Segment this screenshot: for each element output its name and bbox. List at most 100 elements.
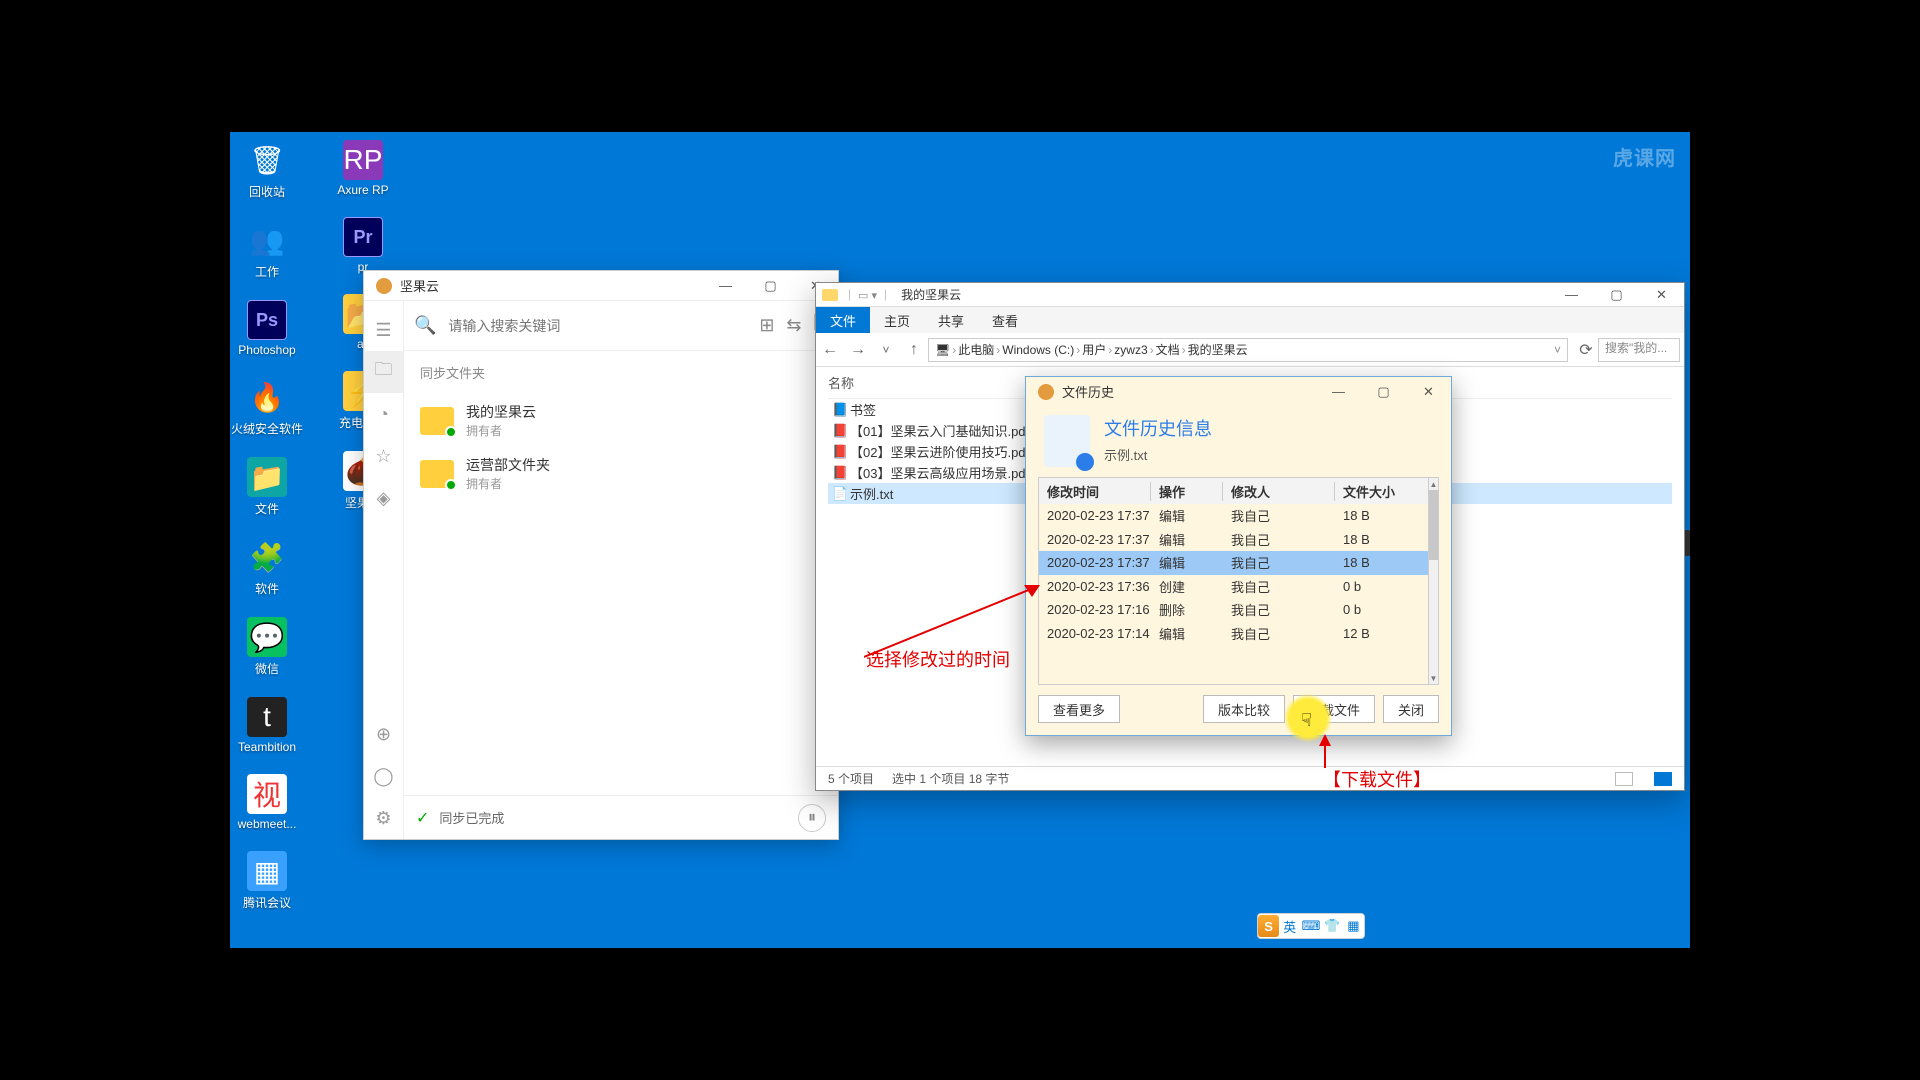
cell-user: 我自己 (1223, 553, 1335, 572)
crumb-dropdown-icon[interactable]: ˅ (1554, 343, 1561, 357)
desktop-icon[interactable]: 💬微信 (230, 617, 304, 677)
history-row[interactable]: 2020-02-23 17:16删除我自己0 b (1039, 598, 1428, 622)
minimize-button[interactable]: — (1549, 280, 1594, 310)
breadcrumb[interactable]: 🖥 ›此电脑›Windows (C:)›用户›zywz3›文档›我的坚果云˅ (928, 338, 1568, 362)
file-name: 【03】坚果云高级应用场景.pdf (850, 463, 1029, 482)
history-row[interactable]: 2020-02-23 17:37编辑我自己18 B (1039, 504, 1428, 528)
app-icon: 🔥 (247, 377, 287, 417)
desktop-icon[interactable]: 👥工作 (230, 220, 304, 280)
maximize-button[interactable]: ▢ (748, 271, 793, 301)
nutstore-window: 坚果云 — ▢ ✕ ☰ 🗀 ◔ ☆ ◈ ⊕ ◯ ⚙ 🔍 (363, 270, 839, 840)
desktop-icon[interactable]: 🧩软件 (230, 537, 304, 597)
new-folder-icon[interactable]: ⊞ (759, 315, 774, 336)
folder-icon[interactable]: 🗀 (364, 351, 404, 393)
cell-user: 我自己 (1223, 506, 1335, 525)
crumb-item[interactable]: 文档 (1156, 341, 1180, 358)
folder-name: 运营部文件夹 (466, 455, 550, 475)
minimize-button[interactable]: — (703, 271, 748, 301)
cell-user: 我自己 (1223, 530, 1335, 549)
cell-user: 我自己 (1223, 600, 1335, 619)
nutstore-folder-item[interactable]: 运营部文件夹拥有者 (404, 447, 838, 500)
desktop-icon[interactable]: RPAxure RP (326, 140, 400, 197)
desktop-icon[interactable]: tTeambition (230, 697, 304, 754)
maximize-button[interactable]: ▢ (1361, 377, 1406, 407)
back-button[interactable]: ← (816, 341, 844, 359)
ime-lang[interactable]: 英 (1279, 915, 1300, 937)
search-input[interactable] (448, 318, 747, 334)
explorer-search[interactable]: 搜索"我的... (1598, 338, 1680, 362)
desktop-icon[interactable]: 🔥火绒安全软件 (230, 377, 304, 437)
tag-icon[interactable]: ◈ (364, 477, 404, 519)
nutstore-folder-item[interactable]: 我的坚果云拥有者 (404, 394, 838, 447)
explorer-status-bar: 5 个项目 选中 1 个项目 18 字节 (816, 766, 1684, 790)
tab-home[interactable]: 主页 (870, 307, 924, 333)
crumb-item[interactable]: Windows (C:) (1002, 343, 1074, 357)
ime-keyboard-icon[interactable]: ⌨ (1300, 915, 1321, 937)
desktop-icon[interactable]: Prpr (326, 217, 400, 274)
file-icon: 📘 (832, 402, 850, 418)
tab-view[interactable]: 查看 (978, 307, 1032, 333)
globe-icon[interactable]: ⊕ (364, 713, 404, 755)
ime-s-icon[interactable]: S (1258, 915, 1279, 937)
crumb-item[interactable]: zywz3 (1114, 343, 1147, 357)
maximize-button[interactable]: ▢ (1594, 280, 1639, 310)
cell-time: 2020-02-23 17:37 (1039, 555, 1151, 570)
clock-icon[interactable]: ◔ (364, 393, 404, 435)
cell-op: 编辑 (1151, 553, 1223, 572)
explorer-title: 我的坚果云 (901, 286, 1549, 303)
user-icon[interactable]: ◯ (364, 755, 404, 797)
scroll-down-icon[interactable]: ▼ (1429, 672, 1438, 684)
pause-button[interactable]: ⏸ (798, 804, 826, 832)
history-dropdown[interactable]: ˅ (872, 343, 900, 357)
up-button[interactable]: ↑ (900, 341, 928, 359)
crumb-item[interactable]: 用户 (1082, 341, 1106, 358)
history-row[interactable]: 2020-02-23 17:36创建我自己0 b (1039, 575, 1428, 599)
history-row[interactable]: 2020-02-23 17:37编辑我自己18 B (1039, 551, 1428, 575)
app-icon: 💬 (247, 617, 287, 657)
refresh-button[interactable]: ⟳ (1574, 340, 1598, 360)
ime-skin-icon[interactable]: 👕 (1322, 915, 1343, 937)
settings-icon[interactable]: ⚙ (364, 797, 404, 839)
crumb-item[interactable]: 我的坚果云 (1188, 341, 1248, 358)
menu-icon[interactable]: ☰ (364, 309, 404, 351)
column-name[interactable]: 名称 (828, 373, 1058, 392)
crumb-item[interactable]: 此电脑 (958, 341, 994, 358)
history-row[interactable]: 2020-02-23 17:37编辑我自己18 B (1039, 528, 1428, 552)
star-icon[interactable]: ☆ (364, 435, 404, 477)
scroll-up-icon[interactable]: ▲ (1429, 478, 1438, 490)
cell-time: 2020-02-23 17:36 (1039, 579, 1151, 594)
desktop-icon[interactable]: 视webmeet... (230, 774, 304, 831)
scrollbar-thumb[interactable] (1429, 490, 1438, 560)
desktop-icon[interactable]: 📁文件 (230, 457, 304, 517)
desktop-icon[interactable]: PsPhotoshop (230, 300, 304, 357)
forward-button[interactable]: → (844, 341, 872, 359)
app-label: Axure RP (337, 183, 388, 197)
compare-version-button[interactable]: 版本比较 (1203, 695, 1285, 723)
folder-name: 我的坚果云 (466, 402, 536, 422)
close-dialog-button[interactable]: 关闭 (1383, 695, 1439, 723)
tab-file[interactable]: 文件 (816, 307, 870, 333)
ime-bar[interactable]: S 英 ⌨ 👕 ▦ (1257, 913, 1365, 939)
watermark: 虎课网 (1613, 142, 1676, 171)
app-icon: 🗑 (247, 140, 287, 180)
view-large-button[interactable] (1654, 772, 1672, 786)
minimize-button[interactable]: — (1316, 377, 1361, 407)
ime-toolbox-icon[interactable]: ▦ (1343, 915, 1364, 937)
search-icon: 🔍 (414, 315, 436, 336)
share-icon[interactable]: ⇆ (786, 315, 801, 336)
close-button[interactable]: ✕ (1639, 280, 1684, 310)
file-icon: 📕 (832, 465, 850, 481)
desktop-icon[interactable]: ▦腾讯会议 (230, 851, 304, 911)
history-scrollbar[interactable]: ▲ ▼ (1429, 477, 1439, 685)
annotation-download-file: 【下载文件】 (1323, 766, 1431, 792)
app-label: Photoshop (238, 343, 295, 357)
history-row[interactable]: 2020-02-23 17:14编辑我自己12 B (1039, 622, 1428, 646)
tab-share[interactable]: 共享 (924, 307, 978, 333)
close-button[interactable]: ✕ (1406, 377, 1451, 407)
desktop-icon[interactable]: 🗑回收站 (230, 140, 304, 200)
folder-owner: 拥有者 (466, 475, 550, 492)
see-more-button[interactable]: 查看更多 (1038, 695, 1120, 723)
file-history-title: 文件历史 (1062, 382, 1316, 401)
app-label: 软件 (255, 580, 279, 597)
view-details-button[interactable] (1615, 772, 1633, 786)
